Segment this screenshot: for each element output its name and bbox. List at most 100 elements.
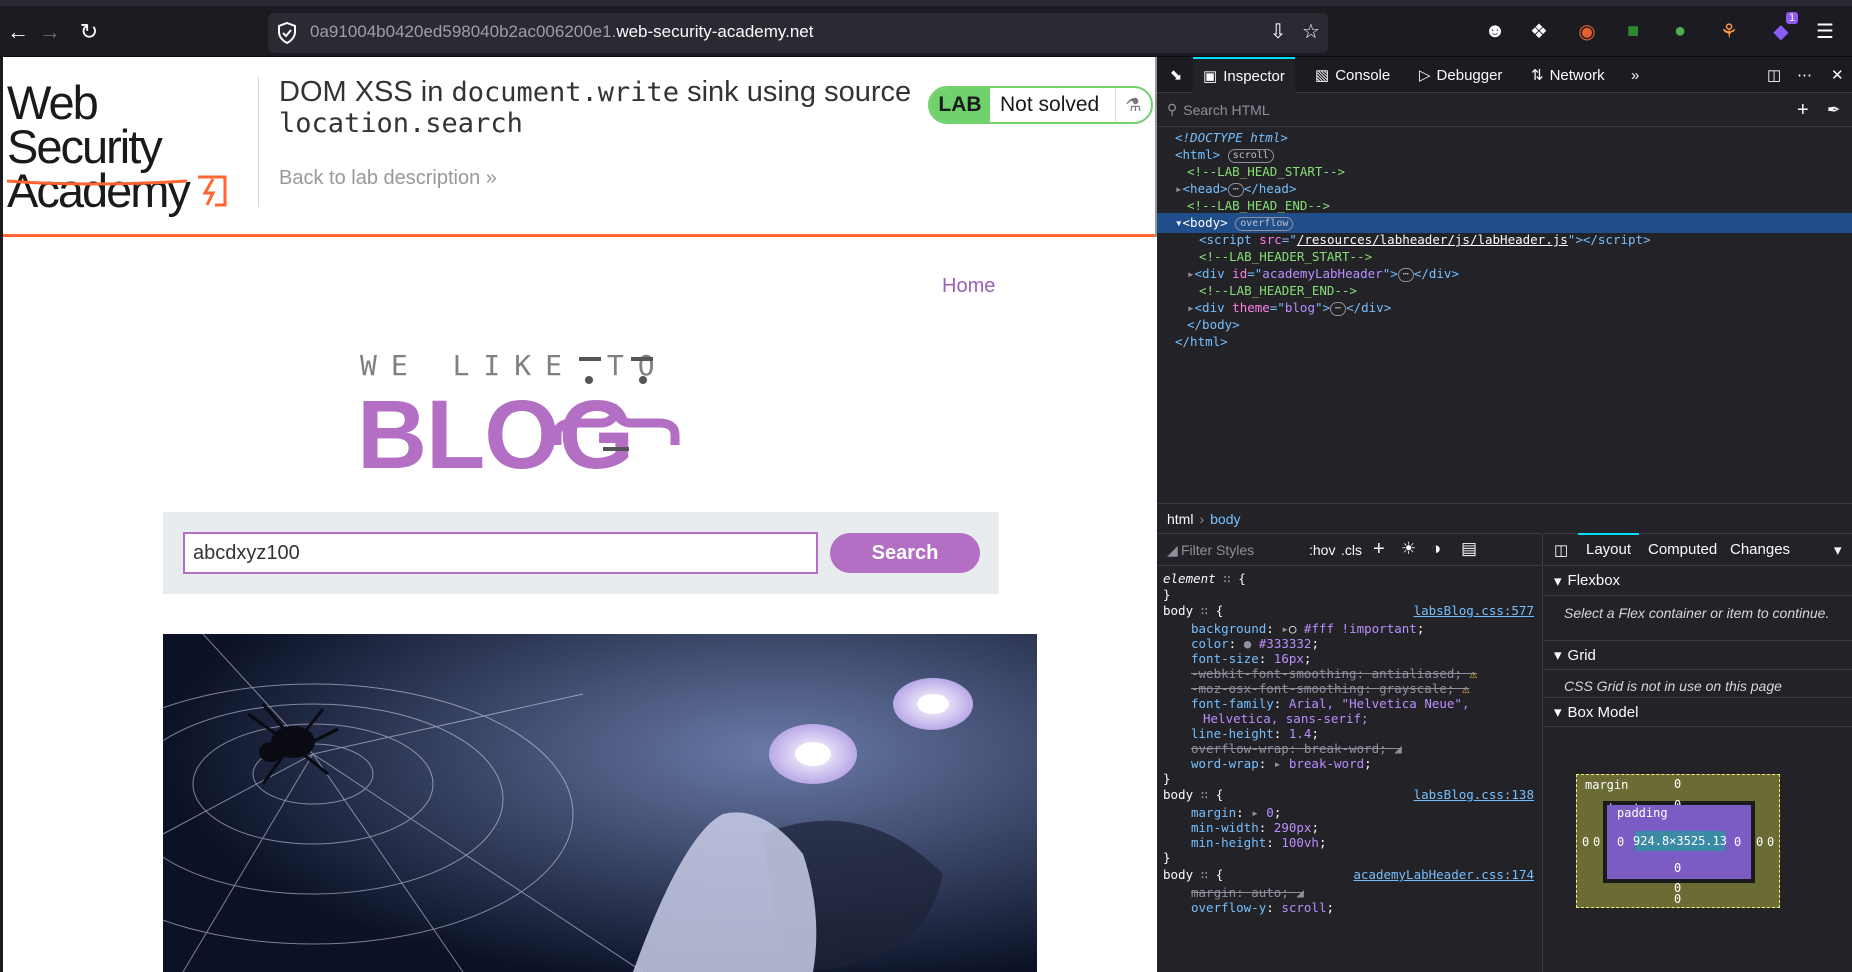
rule-selector: body <box>1163 867 1194 882</box>
css-declaration[interactable]: overflow-y: scroll; <box>1191 899 1334 917</box>
collapse-arrow-icon[interactable]: ▾ <box>1175 215 1183 230</box>
filter-styles-input[interactable]: Filter Styles <box>1181 542 1254 558</box>
lab-title-text: sink using source <box>679 76 912 108</box>
div-id-value: academyLabHeader <box>1262 266 1383 281</box>
more-options-icon[interactable]: ⋯ <box>1797 57 1812 93</box>
rule-source-link[interactable]: labsBlog.css:138 <box>1414 786 1534 804</box>
toggle-sidebar-icon[interactable]: ◫ <box>1554 541 1568 559</box>
add-node-icon[interactable]: + <box>1797 99 1809 122</box>
markup-view: <!DOCTYPE html> <html> scroll <!--LAB_HE… <box>1157 128 1852 503</box>
expand-arrow-icon[interactable]: ▸ <box>1187 266 1195 281</box>
cls-toggle[interactable]: .cls <box>1341 542 1362 558</box>
overflow-badge[interactable]: overflow <box>1235 216 1294 231</box>
more-tabs-icon[interactable]: » <box>1631 57 1639 93</box>
comment: <!--LAB_HEADER_START--> <box>1199 249 1373 264</box>
flexbox-section-header[interactable]: ▾ Flexbox <box>1544 566 1852 596</box>
boxmodel-section-header[interactable]: ▾ Box Model <box>1544 697 1852 727</box>
tab-changes[interactable]: Changes <box>1730 541 1790 558</box>
border-left-value[interactable]: 0 <box>1593 835 1600 849</box>
tab-label: Inspector <box>1223 67 1285 85</box>
border-bottom-value[interactable]: 0 <box>1674 881 1681 895</box>
console-icon: ▧ <box>1315 67 1330 84</box>
menu-icon[interactable]: ☰ <box>1812 18 1838 44</box>
extension-icon-2[interactable]: ■ <box>1620 18 1646 44</box>
download-page-icon[interactable]: ⇩ <box>1265 18 1291 44</box>
url-text[interactable]: 0a91004b0420ed598040b2ac006200e1.web-sec… <box>310 22 813 42</box>
html-close-tag: </html> <box>1175 334 1228 349</box>
padding-bottom-value[interactable]: 0 <box>1674 861 1681 875</box>
dark-mode-icon[interactable]: ◑ <box>1431 539 1441 559</box>
margin-left-value[interactable]: 0 <box>1582 835 1589 849</box>
bookmark-star-icon[interactable]: ☆ <box>1298 18 1324 44</box>
script-src-link[interactable]: /resources/labheader/js/labHeader.js <box>1297 232 1568 247</box>
search-icon: ⚲ <box>1167 101 1178 117</box>
tab-network[interactable]: ⇅ Network <box>1531 57 1605 93</box>
box-model-content-size[interactable]: 924.8×3525.13 <box>1633 831 1727 851</box>
blog-post-image[interactable] <box>163 634 1037 972</box>
hov-toggle[interactable]: :hov <box>1309 542 1335 558</box>
breadcrumb-html[interactable]: html <box>1167 511 1193 527</box>
css-declaration[interactable]: min-height: 100vh; <box>1191 834 1327 852</box>
flexbox-message: Select a Flex container or item to conti… <box>1564 605 1830 621</box>
close-icon[interactable]: ✕ <box>1831 57 1844 93</box>
collapse-arrow-icon: ▾ <box>1554 572 1562 590</box>
lab-header: Web Security Academy DOM XSS in document… <box>3 57 1157 237</box>
tab-inspector[interactable]: ▣ Inspector <box>1193 57 1295 93</box>
expand-arrow-icon[interactable]: ▸ <box>1187 300 1195 315</box>
tab-layout[interactable]: Layout <box>1578 533 1640 565</box>
logo-line-1: Web Security <box>7 76 163 173</box>
warning-icon[interactable]: ⚠ <box>1470 666 1478 681</box>
dock-icon[interactable]: ◫ <box>1767 57 1781 93</box>
light-mode-icon[interactable]: ☀ <box>1401 539 1416 559</box>
print-media-icon[interactable]: ▤ <box>1461 539 1477 559</box>
margin-top-value[interactable]: 0 <box>1674 777 1681 791</box>
flask-icon: ⚗ <box>1115 88 1151 122</box>
expand-arrow-icon[interactable]: ▸ <box>1175 181 1183 196</box>
markup-line[interactable]: </html> <box>1157 332 1852 352</box>
extension-icon-3[interactable]: ● <box>1667 18 1693 44</box>
margin-right-value[interactable]: 0 <box>1767 835 1774 849</box>
home-link[interactable]: Home <box>942 275 995 298</box>
back-icon[interactable]: ← <box>0 14 36 50</box>
padding-left-value[interactable]: 0 <box>1617 835 1624 849</box>
add-rule-icon[interactable]: + <box>1373 538 1385 561</box>
extension-icon-4[interactable]: ⚘ <box>1716 18 1742 44</box>
account-icon[interactable]: ☻ <box>1482 18 1508 44</box>
rule-selector: body <box>1163 603 1194 618</box>
element-picker-icon[interactable]: ⬊ <box>1161 57 1191 93</box>
scroll-badge[interactable]: scroll <box>1227 148 1274 163</box>
tab-console[interactable]: ▧ Console <box>1315 57 1390 93</box>
extension-icon-1[interactable]: ◉ <box>1574 18 1600 44</box>
css-declaration[interactable]: word-wrap: ▸ break-word; <box>1191 755 1372 773</box>
chevron-down-icon[interactable]: ▾ <box>1834 541 1842 559</box>
shield-icon[interactable] <box>276 21 298 45</box>
border-right-value[interactable]: 0 <box>1756 835 1763 849</box>
back-to-lab-link[interactable]: Back to lab description » <box>279 167 497 190</box>
html-search-bar[interactable]: ⚲ Search HTML + ✒ <box>1157 93 1852 127</box>
extensions-icon[interactable]: ❖ <box>1526 18 1552 44</box>
search-input[interactable] <box>183 532 818 574</box>
spider-web-illustration <box>163 634 1037 972</box>
comment: <!--LAB_HEAD_START--> <box>1187 164 1346 179</box>
forward-icon[interactable]: → <box>32 14 68 50</box>
rule-source-link[interactable]: academyLabHeader.css:174 <box>1353 866 1534 884</box>
collapsed-ellipsis[interactable]: ⋯ <box>1397 267 1414 282</box>
rule-source-link[interactable]: labsBlog.css:577 <box>1414 602 1534 620</box>
tab-computed[interactable]: Computed <box>1648 541 1717 558</box>
filter-icon[interactable]: ◢ <box>1296 885 1304 900</box>
collapsed-ellipsis[interactable]: ⋯ <box>1227 182 1244 197</box>
academy-logo[interactable]: Web Security Academy <box>7 76 259 214</box>
boxmodel-title: Box Model <box>1567 703 1639 721</box>
rules-toolbar: ◢ Filter Styles :hov .cls + ☀ ◑ ▤ <box>1157 534 1543 566</box>
search-button[interactable]: Search <box>830 533 980 573</box>
grid-section-header[interactable]: ▾ Grid <box>1544 640 1852 670</box>
reload-icon[interactable]: ↻ <box>71 14 107 50</box>
tab-label: Console <box>1335 66 1391 84</box>
eyedropper-icon[interactable]: ✒ <box>1827 100 1840 120</box>
breadcrumb-body[interactable]: body <box>1210 511 1240 527</box>
collapsed-ellipsis[interactable]: ⋯ <box>1330 301 1347 316</box>
filter-icon[interactable]: ◢ <box>1394 741 1402 756</box>
warning-icon[interactable]: ⚠ <box>1462 681 1470 696</box>
tab-debugger[interactable]: ▷ Debugger <box>1419 57 1502 93</box>
padding-right-value[interactable]: 0 <box>1734 835 1741 849</box>
